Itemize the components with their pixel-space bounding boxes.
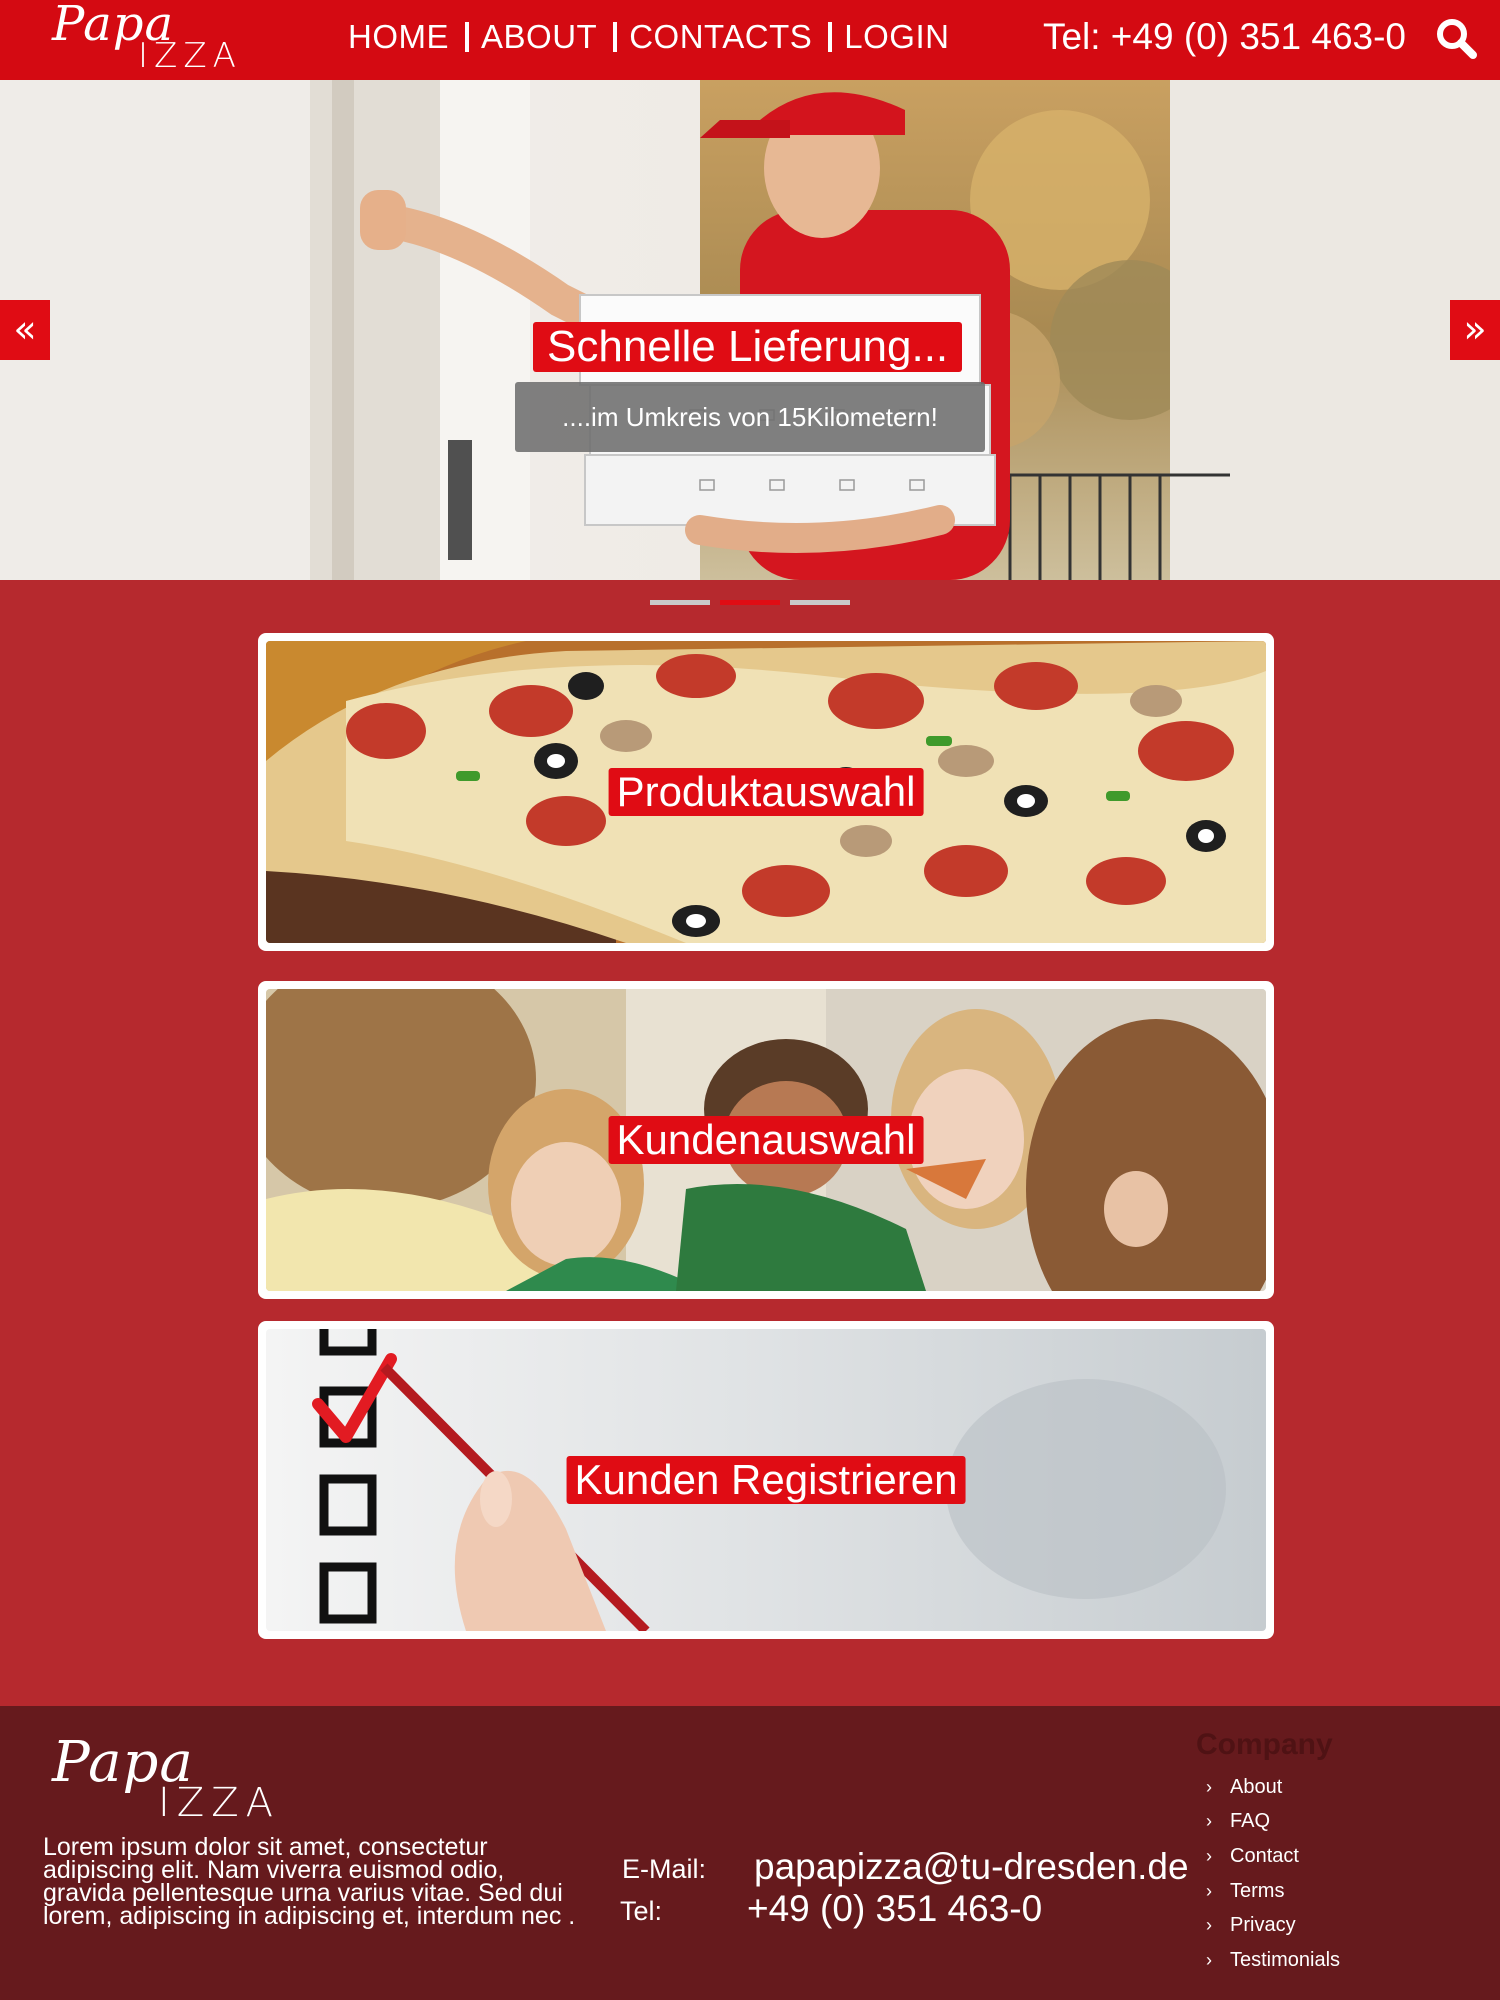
chevron-right-icon: ›: [1206, 1811, 1212, 1832]
footer-logo[interactable]: Papa IZZA: [52, 1730, 332, 1826]
double-chevron-left-icon[interactable]: «: [0, 300, 50, 360]
search-icon[interactable]: [1434, 16, 1478, 60]
footer-link-label: Testimonials: [1230, 1948, 1341, 1971]
footer-link-contact[interactable]: › Contact: [1206, 1839, 1340, 1874]
chevron-right-icon: ›: [1206, 1776, 1212, 1797]
company-links: › About › FAQ › Contact › Terms › Privacy › Te…: [1206, 1770, 1340, 1978]
footer-link-label: Contact: [1230, 1844, 1299, 1867]
card-label: Kundenauswahl: [608, 1116, 924, 1164]
chevron-right-icon: ›: [1206, 1880, 1212, 1901]
footer-link-label: Terms: [1230, 1879, 1285, 1902]
chevron-right-icon: ›: [1206, 1915, 1212, 1936]
logo-text-bottom: IZZA: [138, 36, 242, 76]
double-chevron-right-icon[interactable]: »: [1450, 300, 1500, 360]
slider-dot[interactable]: [790, 600, 850, 605]
slider-dot-active[interactable]: [720, 600, 780, 605]
logo-text-bottom: IZZA: [158, 1780, 280, 1826]
nav-separator: [613, 22, 618, 52]
company-heading: Company: [1196, 1728, 1333, 1761]
logo[interactable]: Papa IZZA: [52, 0, 282, 80]
footer-link-label: Privacy: [1230, 1914, 1296, 1937]
card-produktauswahl[interactable]: Produktauswahl: [258, 633, 1274, 951]
tel-value[interactable]: +49 (0) 351 463-0: [747, 1888, 1042, 1930]
top-navbar: Papa IZZA HOME ABOUT CONTACTS LOGIN Tel:…: [0, 0, 1500, 80]
email-value[interactable]: papapizza@tu-dresden.de: [754, 1846, 1189, 1888]
footer-link-testimonials[interactable]: › Testimonials: [1206, 1943, 1340, 1978]
hero-title: Schnelle Lieferung...: [533, 322, 963, 372]
hero-slider: Schnelle Lieferung... ....im Umkreis von…: [0, 80, 1500, 580]
hero-subtitle: ....im Umkreis von 15Kilometern!: [515, 382, 985, 452]
footer-link-terms[interactable]: › Terms: [1206, 1874, 1340, 1909]
footer-link-faq[interactable]: › FAQ: [1206, 1805, 1340, 1840]
nav-about[interactable]: ABOUT: [481, 18, 605, 56]
header-phone: Tel: +49 (0) 351 463-0: [1042, 16, 1406, 57]
main-menu: HOME ABOUT CONTACTS LOGIN: [348, 18, 957, 56]
footer-link-about[interactable]: › About: [1206, 1770, 1340, 1805]
tel-label: Tel:: [620, 1896, 663, 1926]
card-kunden-registrieren[interactable]: Kunden Registrieren: [258, 1321, 1274, 1639]
footer-link-label: About: [1230, 1775, 1283, 1798]
chevron-right-icon: ›: [1206, 1949, 1212, 1970]
slider-pagination: [650, 600, 850, 605]
chevron-right-icon: ›: [1206, 1845, 1212, 1866]
email-label: E-Mail:: [622, 1854, 707, 1884]
footer-link-label: FAQ: [1230, 1810, 1271, 1833]
slider-dot[interactable]: [650, 600, 710, 605]
footer: Papa IZZA Lorem ipsum dolor sit amet, co…: [0, 1706, 1500, 2000]
nav-separator: [828, 22, 833, 52]
footer-link-privacy[interactable]: › Privacy: [1206, 1908, 1340, 1943]
footer-about-text: Lorem ipsum dolor sit amet, consectetur …: [43, 1833, 576, 1930]
card-label: Kunden Registrieren: [566, 1456, 966, 1504]
card-label: Produktauswahl: [608, 768, 924, 816]
nav-separator: [465, 22, 469, 52]
card-kundenauswahl[interactable]: Kundenauswahl: [258, 981, 1274, 1299]
nav-contacts[interactable]: CONTACTS: [629, 18, 820, 56]
nav-home[interactable]: HOME: [348, 18, 457, 56]
nav-login[interactable]: LOGIN: [844, 18, 957, 56]
